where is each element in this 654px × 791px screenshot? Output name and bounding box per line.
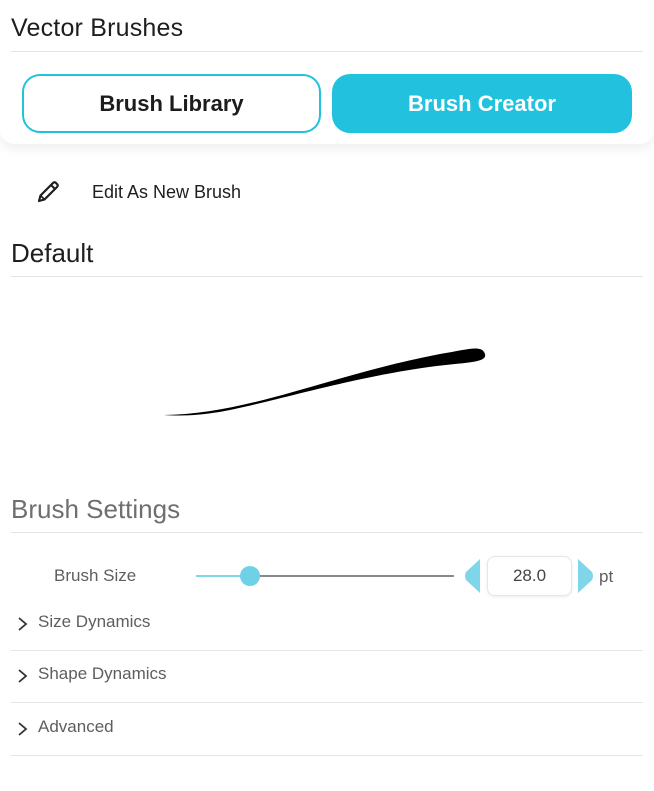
chevron-right-icon	[16, 721, 30, 737]
slider-thumb[interactable]	[240, 566, 261, 586]
tab-brush-library[interactable]: Brush Library	[22, 74, 321, 133]
chevron-right-icon	[16, 616, 30, 632]
edit-as-new-brush-button[interactable]: Edit As New Brush	[30, 172, 290, 212]
tab-brush-creator[interactable]: Brush Creator	[332, 74, 632, 133]
brush-size-unit: pt	[599, 567, 614, 586]
brush-size-input[interactable]: 28.0	[487, 556, 572, 596]
decrease-size-button[interactable]	[465, 558, 481, 594]
advanced-label: Advanced	[38, 717, 114, 736]
brush-name-heading: Default	[11, 238, 94, 268]
chevron-right-icon	[16, 668, 30, 684]
brush-settings-heading: Brush Settings	[11, 494, 181, 524]
panel-header: Vector Brushes Brush Library Brush Creat…	[0, 0, 654, 144]
size-dynamics-label: Size Dynamics	[38, 612, 151, 631]
shape-dynamics-section[interactable]: Shape Dynamics	[11, 651, 643, 703]
shape-dynamics-label: Shape Dynamics	[38, 664, 167, 683]
brush-settings-divider	[11, 532, 643, 533]
brush-size-label: Brush Size	[54, 566, 137, 585]
title-divider	[11, 51, 643, 52]
brush-stroke-preview	[140, 320, 510, 440]
edit-as-new-brush-label: Edit As New Brush	[92, 181, 242, 202]
pencil-icon	[30, 174, 66, 210]
brush-name-divider	[11, 276, 643, 277]
increase-size-button[interactable]	[577, 558, 593, 594]
advanced-section[interactable]: Advanced	[11, 704, 643, 756]
brush-size-slider[interactable]	[196, 564, 454, 588]
size-dynamics-section[interactable]: Size Dynamics	[11, 599, 643, 651]
panel-title: Vector Brushes	[11, 14, 184, 42]
